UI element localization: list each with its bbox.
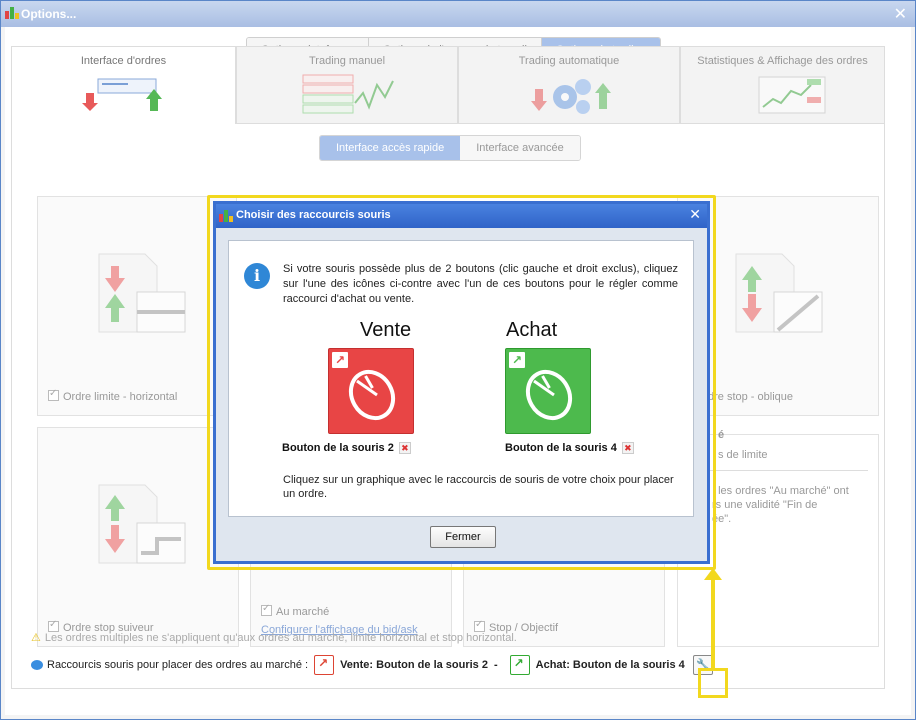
sell-button-assignment: Bouton de la souris 2 ✖ [282, 442, 411, 455]
window-close-icon[interactable]: ✕ [894, 4, 907, 24]
mouse-shortcut-summary: Raccourcis souris pour placer des ordres… [31, 655, 713, 675]
multiple-orders-warning: ⚠ Les ordres multiples ne s'appliquent qu… [31, 632, 517, 644]
right-card-heading: é [718, 429, 725, 441]
dialog-app-icon [219, 210, 233, 222]
mouse-icon [525, 369, 573, 421]
highlight-arrow-head [704, 568, 722, 580]
mouse-shortcuts-dialog: Choisir des raccourcis souris ✕ i Si vot… [213, 201, 710, 564]
dialog-info-text: Si votre souris possède plus de 2 bouton… [283, 263, 678, 305]
market-checkbox[interactable]: Au marché [261, 603, 329, 618]
tab-order-interface-label: Interface d'ordres [80, 55, 167, 67]
buy-mouse-mini-icon: ↗ [509, 655, 530, 675]
highlight-wrench-frame [698, 668, 728, 698]
statistics-icon [758, 76, 826, 114]
delete-sell-shortcut-icon[interactable]: ✖ [398, 442, 411, 455]
stop-oblique-icon [735, 253, 823, 333]
tab-statistics-display-label: Statistiques & Affichage des ordres [697, 55, 868, 67]
dialog-body: i Si votre souris possède plus de 2 bout… [228, 240, 694, 517]
dialog-bottom-text: Cliquez sur un graphique avec le raccour… [283, 474, 674, 500]
buy-mouse-button[interactable]: ↗ [505, 348, 591, 434]
highlight-connector [711, 578, 715, 668]
tab-manual-trading-label: Trading manuel [308, 55, 386, 67]
mouse-icon [348, 369, 396, 421]
tab-quick-access[interactable]: Interface accès rapide [320, 136, 461, 160]
sell-shortcut-label: Vente: Bouton de la souris 2 [340, 659, 488, 671]
dialog-title: Choisir des raccourcis souris [236, 209, 391, 221]
tab-automatic-trading[interactable]: Trading automatique [458, 46, 680, 124]
trailing-stop-icon [98, 484, 186, 564]
window-title: Options... [21, 7, 77, 21]
tab-statistics-display[interactable]: Statistiques & Affichage des ordres [680, 46, 885, 124]
delete-buy-shortcut-icon[interactable]: ✖ [621, 442, 634, 455]
right-card-subheading: s de limite [718, 449, 768, 461]
sell-arrow-icon: ↗ [332, 352, 348, 368]
sell-mouse-button[interactable]: ↗ [328, 348, 414, 434]
app-icon [5, 7, 19, 19]
speech-bubble-icon [31, 660, 43, 670]
tab-automatic-trading-label: Trading automatique [518, 55, 620, 67]
dialog-titlebar: Choisir des raccourcis souris ✕ [216, 204, 707, 228]
limit-horizontal-icon [98, 253, 186, 333]
dialog-close-icon[interactable]: ✕ [689, 206, 701, 223]
automatic-trading-icon [531, 79, 611, 114]
warning-icon: ⚠ [31, 632, 41, 644]
right-card-paragraph: : les ordres "Au marché" ont rs une vali… [712, 485, 849, 525]
interface-mode-tabs: Interface accès rapide Interface avancée [319, 135, 581, 161]
info-icon: i [244, 263, 270, 289]
close-button[interactable]: Fermer [430, 526, 496, 548]
tab-advanced-interface[interactable]: Interface avancée [460, 136, 580, 160]
window-titlebar: Options... ✕ [1, 1, 915, 27]
separator: - [493, 659, 498, 671]
sell-mouse-mini-icon: ↗ [314, 655, 335, 675]
buy-button-assignment: Bouton de la souris 4 ✖ [505, 442, 634, 455]
section-tabs: Interface d'ordres Trading manuel Tradin… [11, 46, 885, 124]
limit-horizontal-checkbox[interactable]: Ordre limite - horizontal [48, 388, 177, 403]
order-interface-icon [82, 78, 162, 111]
buy-arrow-icon: ↗ [509, 352, 525, 368]
tab-manual-trading[interactable]: Trading manuel [236, 46, 458, 124]
buy-title: Achat [506, 319, 558, 341]
buy-shortcut-label: Achat: Bouton de la souris 4 [535, 659, 685, 671]
sell-title: Vente [360, 319, 412, 341]
manual-trading-icon [302, 74, 394, 114]
tab-order-interface[interactable]: Interface d'ordres [11, 46, 236, 124]
stop-oblique-label: dre stop - oblique [708, 391, 793, 403]
